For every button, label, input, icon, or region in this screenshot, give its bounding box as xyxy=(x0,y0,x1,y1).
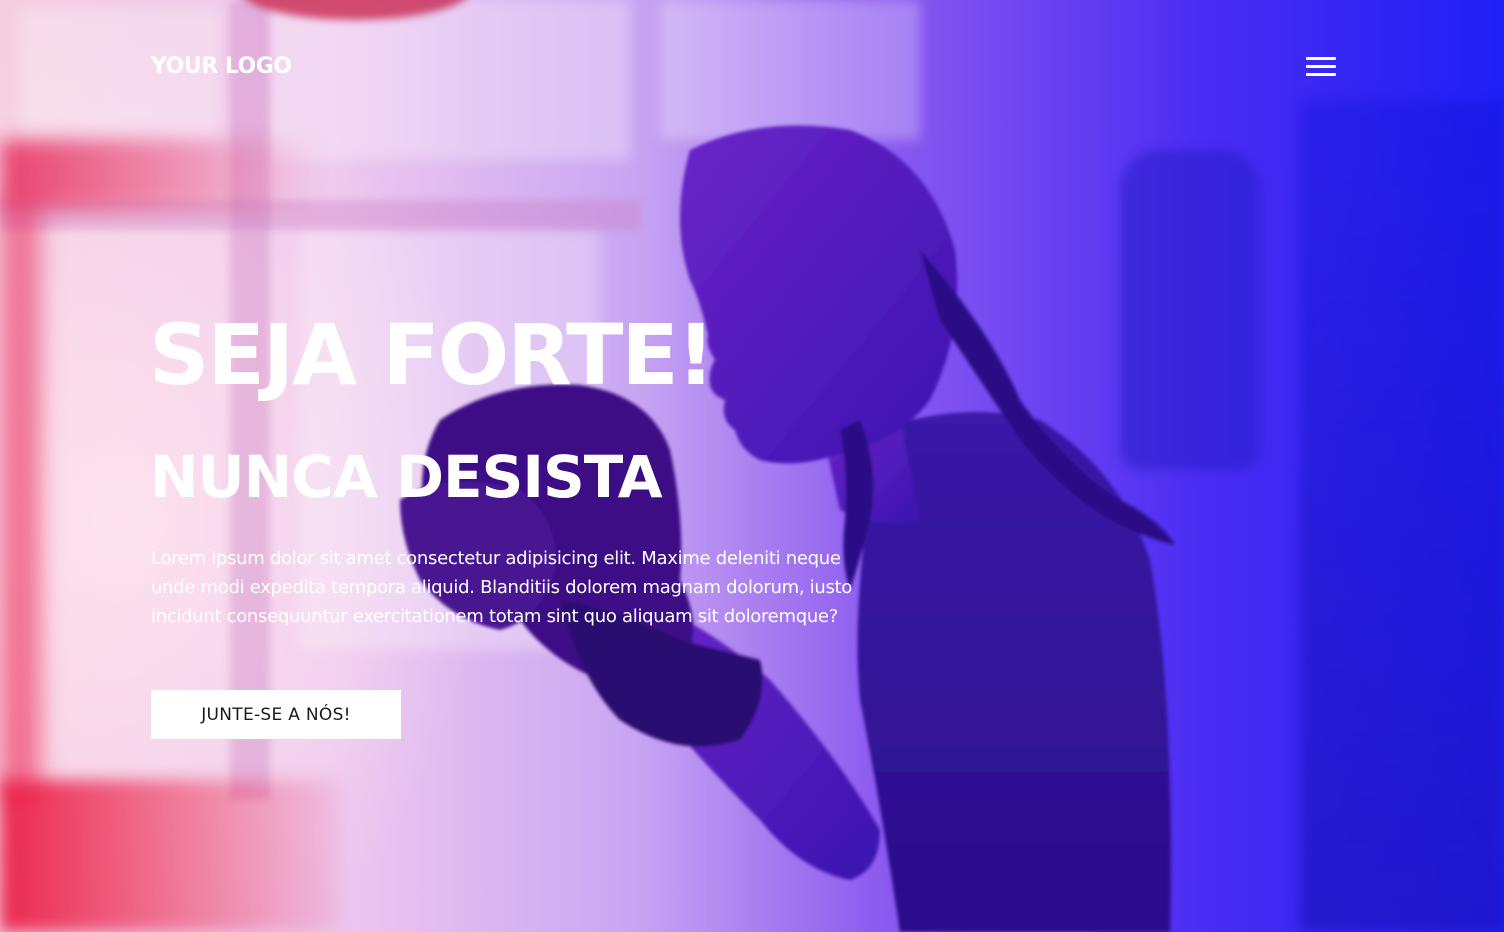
join-us-button[interactable]: JUNTE-SE A NÓS! xyxy=(151,690,401,739)
menu-bar xyxy=(1306,73,1336,76)
hero-description: Lorem ipsum dolor sit amet consectetur a… xyxy=(151,548,853,627)
logo[interactable]: YOUR LOGO xyxy=(151,52,292,82)
hero-subtitle: NUNCA DESISTA xyxy=(150,443,663,511)
menu-bar xyxy=(1306,65,1336,68)
menu-bar xyxy=(1306,57,1336,60)
hero-title: SEJA FORTE! xyxy=(149,306,715,404)
hero-section: YOUR LOGO SEJA FORTE! NUNCA DESISTA Lore… xyxy=(0,0,1504,932)
hamburger-menu-icon[interactable] xyxy=(1303,54,1339,80)
